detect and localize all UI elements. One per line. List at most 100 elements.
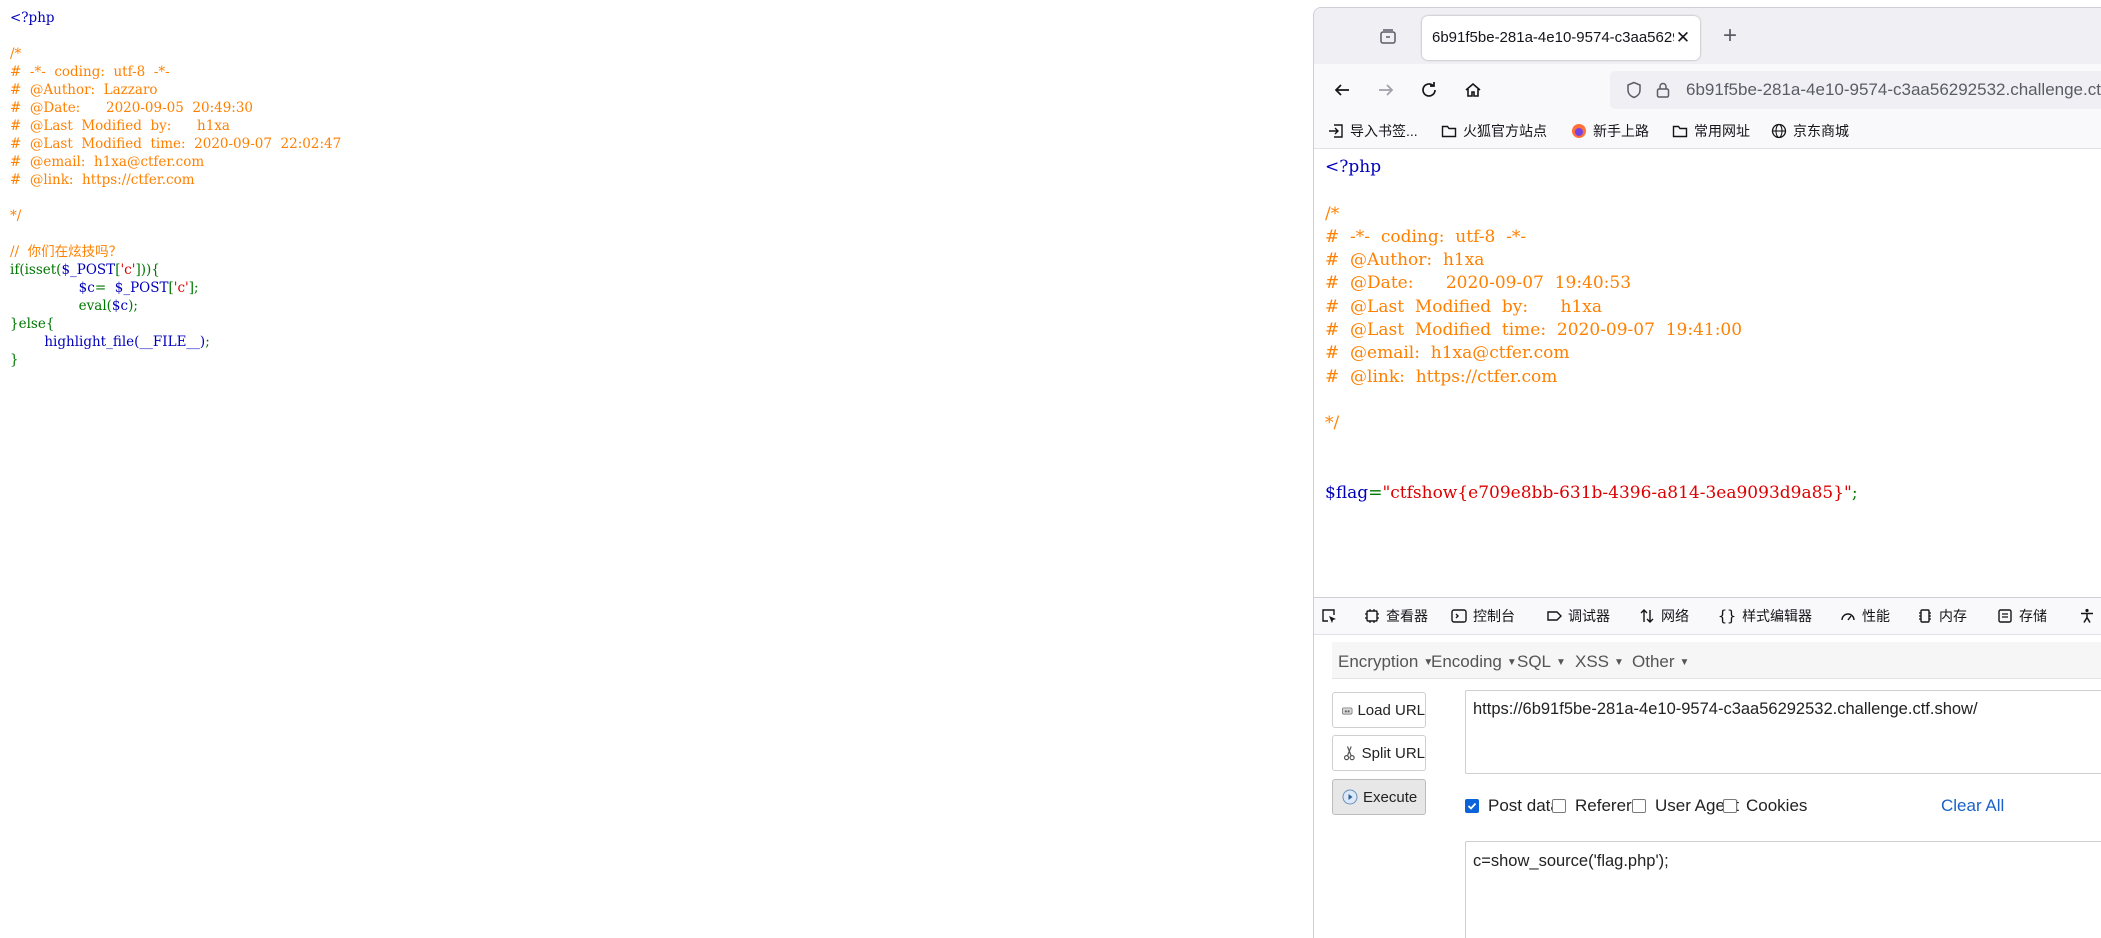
new-tab-button[interactable]: + <box>1717 22 1743 49</box>
browser-window: 6b91f5be-281a-4e10-9574-c3aa56292532.cha… <box>1313 7 2101 938</box>
split-url-button[interactable]: Split URL <box>1332 735 1426 771</box>
bookmark-firefox-site[interactable]: 火狐官方站点 <box>1441 121 1547 141</box>
checkbox-icon[interactable] <box>1723 799 1737 813</box>
menu-xss[interactable]: XSS ▼ <box>1575 652 1624 672</box>
bookmark-getting-started[interactable]: 新手上路 <box>1571 121 1649 141</box>
assign-statement: $c= $_POST['c']; <box>78 280 199 296</box>
php-open-tag: <?php <box>10 10 55 26</box>
comment-close: */ <box>1325 413 1340 434</box>
globe-icon <box>1771 123 1787 139</box>
bookmarks-toolbar: 导入书签... 火狐官方站点 新手上路 常用网址 京东商城 <box>1314 114 2101 149</box>
comment-line: # @Last Modified by: h1xa <box>1325 296 1603 317</box>
hackbar-menu: Encryption ▼ Encoding ▼ SQL ▼ XSS ▼ Other ▼ <box>1332 642 2101 679</box>
load-icon <box>1342 707 1353 715</box>
execute-button[interactable]: Execute <box>1332 779 1426 815</box>
debugger-icon <box>1547 611 1562 621</box>
if-statement: if(isset($_POST['c'])){ <box>10 262 160 278</box>
url-text[interactable]: 6b91f5be-281a-4e10-9574-c3aa56292532.cha… <box>1686 80 2101 100</box>
post-data-textarea[interactable]: c=show_source('flag.php'); <box>1465 841 2101 938</box>
storage-icon <box>1998 609 2012 623</box>
comment-line: # -*- coding: utf-8 -*- <box>1325 226 1527 247</box>
network-icon <box>1640 609 1654 623</box>
url-textarea[interactable]: https://6b91f5be-281a-4e10-9574-c3aa5629… <box>1465 690 2101 774</box>
browser-tab[interactable]: 6b91f5be-281a-4e10-9574-c3aa56292532.cha… <box>1422 16 1700 60</box>
accessibility-icon[interactable] <box>2079 606 2101 626</box>
tab-memory[interactable]: 内存 <box>1917 606 1967 626</box>
bookmark-import[interactable]: 导入书签... <box>1328 121 1418 141</box>
php-source-listing: <?php /* # -*- coding: utf-8 -*- # @Auth… <box>10 9 341 369</box>
checkbox-checked-icon[interactable] <box>1465 799 1479 813</box>
comment-line: # @Author: Lazzaro <box>10 82 158 98</box>
console-icon <box>1451 609 1467 623</box>
comment-line: # @Last Modified by: h1xa <box>10 118 230 134</box>
lock-icon[interactable] <box>1654 81 1672 99</box>
cookies-checkbox[interactable]: Cookies <box>1723 796 1807 816</box>
tab-network[interactable]: 网络 <box>1639 606 1689 626</box>
performance-icon <box>1841 613 1855 621</box>
address-bar[interactable]: 6b91f5be-281a-4e10-9574-c3aa56292532.cha… <box>1610 71 2101 109</box>
eval-statement: eval($c); <box>78 298 138 314</box>
comment-line: # @email: h1xa@ctfer.com <box>10 154 205 170</box>
line-comment: // 你们在炫技吗？ <box>10 244 123 260</box>
tab-debugger[interactable]: 调试器 <box>1546 606 1610 626</box>
tab-bar: 6b91f5be-281a-4e10-9574-c3aa56292532.cha… <box>1314 8 2101 64</box>
menu-other[interactable]: Other ▼ <box>1632 652 1689 672</box>
else-statement: }else{ <box>10 316 55 332</box>
tab-title: 6b91f5be-281a-4e10-9574-c3aa56292532.cha… <box>1432 29 1674 46</box>
import-icon <box>1329 124 1343 138</box>
home-icon[interactable] <box>1459 76 1487 104</box>
memory-icon <box>1919 609 1931 623</box>
firefox-icon <box>1572 124 1586 138</box>
comment-close: */ <box>10 208 22 224</box>
navigation-bar: 6b91f5be-281a-4e10-9574-c3aa56292532.cha… <box>1314 64 2101 114</box>
options-row: Post data Referer User Agent Cookies Cle… <box>1465 796 2101 818</box>
close-brace: } <box>10 352 19 368</box>
back-icon[interactable] <box>1328 76 1356 104</box>
flag-source-listing: <?php /* # -*- coding: utf-8 -*- # @Auth… <box>1325 156 1858 505</box>
post-data-value[interactable]: c=show_source('flag.php'); <box>1473 852 1669 871</box>
bookmark-common-sites[interactable]: 常用网址 <box>1672 121 1750 141</box>
folder-icon <box>1441 125 1457 138</box>
tab-inspector[interactable]: 查看器 <box>1364 606 1428 626</box>
play-icon <box>1342 789 1358 805</box>
menu-encoding[interactable]: Encoding ▼ <box>1431 652 1517 672</box>
shield-icon[interactable] <box>1625 81 1643 99</box>
scissors-icon <box>1343 746 1355 761</box>
reload-icon[interactable] <box>1415 76 1443 104</box>
bookmark-jd-mall[interactable]: 京东商城 <box>1771 121 1849 141</box>
flag-statement: $flag="ctfshow{e709e8bb-631b-4396-a814-3… <box>1325 483 1858 504</box>
comment-open: /* <box>1325 203 1340 224</box>
tab-style-editor[interactable]: {} 样式编辑器 <box>1718 606 1812 626</box>
load-url-button[interactable]: Load URL <box>1332 692 1426 728</box>
checkbox-icon[interactable] <box>1632 799 1646 813</box>
folder-icon <box>1672 125 1688 138</box>
menu-sql[interactable]: SQL ▼ <box>1517 652 1566 672</box>
comment-line: # @Last Modified time: 2020-09-07 19:41:… <box>1325 320 1743 341</box>
tab-console[interactable]: 控制台 <box>1451 606 1515 626</box>
comment-line: # @link: https://ctfer.com <box>10 172 195 188</box>
close-icon[interactable]: ✕ <box>1672 27 1694 49</box>
comment-line: # @Last Modified time: 2020-09-07 22:02:… <box>10 136 342 152</box>
menu-encryption[interactable]: Encryption ▼ <box>1338 652 1433 672</box>
referer-checkbox[interactable]: Referer <box>1552 796 1632 816</box>
clear-all-link[interactable]: Clear All <box>1941 796 2004 816</box>
devtools-panel: 查看器 控制台 调试器 网络 {} 样式编辑器 性能 内存 存储 Encrypt… <box>1314 597 2101 938</box>
comment-line: # @Date: 2020-09-07 19:40:53 <box>1325 273 1632 294</box>
tab-storage[interactable]: 存储 <box>1997 606 2047 626</box>
element-picker-icon[interactable] <box>1320 606 1344 626</box>
forward-icon[interactable] <box>1372 76 1400 104</box>
tab-performance[interactable]: 性能 <box>1840 606 1890 626</box>
tab-list-icon[interactable] <box>1376 25 1400 49</box>
checkbox-icon[interactable] <box>1552 799 1566 813</box>
comment-line: # @link: https://ctfer.com <box>1325 366 1558 387</box>
comment-line: # @email: h1xa@ctfer.com <box>1325 343 1570 364</box>
braces-icon: {} <box>1718 607 1737 625</box>
comment-open: /* <box>10 46 22 62</box>
flag-value: "ctfshow{e709e8bb-631b-4396-a814-3ea9093… <box>1382 483 1852 504</box>
url-textarea-value[interactable]: https://6b91f5be-281a-4e10-9574-c3aa5629… <box>1473 700 1978 719</box>
comment-line: # @Date: 2020-09-05 20:49:30 <box>10 100 254 116</box>
php-open-tag: <?php <box>1325 157 1382 177</box>
page-content: <?php /* # -*- coding: utf-8 -*- # @Auth… <box>1314 149 2101 597</box>
comment-line: # -*- coding: utf-8 -*- <box>10 64 170 80</box>
post-data-checkbox[interactable]: Post data <box>1465 796 1560 816</box>
